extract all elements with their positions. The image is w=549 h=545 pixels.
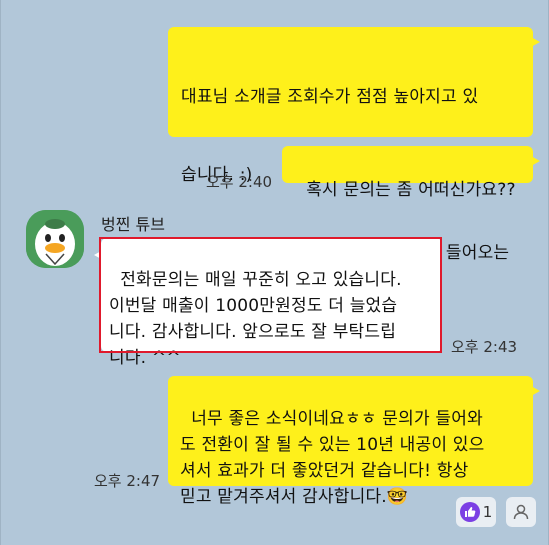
nerd-face-emoji: 🤓 xyxy=(386,487,409,507)
message-text: 너무 좋은 소식이네요ㅎㅎ 문의가 들어와 도 전환이 잘 될 수 있는 10년… xyxy=(180,409,485,507)
message-time: 오후 2:43 xyxy=(451,338,518,356)
thumbs-up-icon xyxy=(459,502,480,522)
message-time: 오후 2:47 xyxy=(94,472,161,490)
other-message-bubble[interactable]: 전화문의는 매일 꾸준히 오고 있습니다. 이번달 매출이 1000만원정도 더… xyxy=(94,238,442,368)
like-count: 1 xyxy=(482,503,493,521)
sender-name: 벙찐 튜브 xyxy=(101,215,165,234)
my-message-bubble[interactable]: 대표님 소개글 조회수가 점점 높아지고 있 습니다. :) 통해 들어오는 신… xyxy=(168,27,540,341)
sender-avatar[interactable] xyxy=(26,210,84,268)
person-icon xyxy=(513,504,529,520)
my-message-bubble[interactable]: 너무 좋은 소식이네요ㅎㅎ 문의가 들어와 도 전환이 잘 될 수 있는 10년… xyxy=(168,376,540,507)
message-time: 오후 2:40 xyxy=(206,173,273,191)
duck-character-icon xyxy=(26,210,84,268)
like-reaction-button[interactable]: 1 xyxy=(456,497,496,527)
message-text: 혹시 문의는 좀 어떠신가요?? xyxy=(306,180,516,200)
message-line: 대표님 소개글 조회수가 점점 높아지고 있 xyxy=(181,87,479,107)
add-reaction-button[interactable] xyxy=(506,497,536,527)
my-message-bubble[interactable]: 혹시 문의는 좀 어떠신가요?? xyxy=(282,146,540,200)
